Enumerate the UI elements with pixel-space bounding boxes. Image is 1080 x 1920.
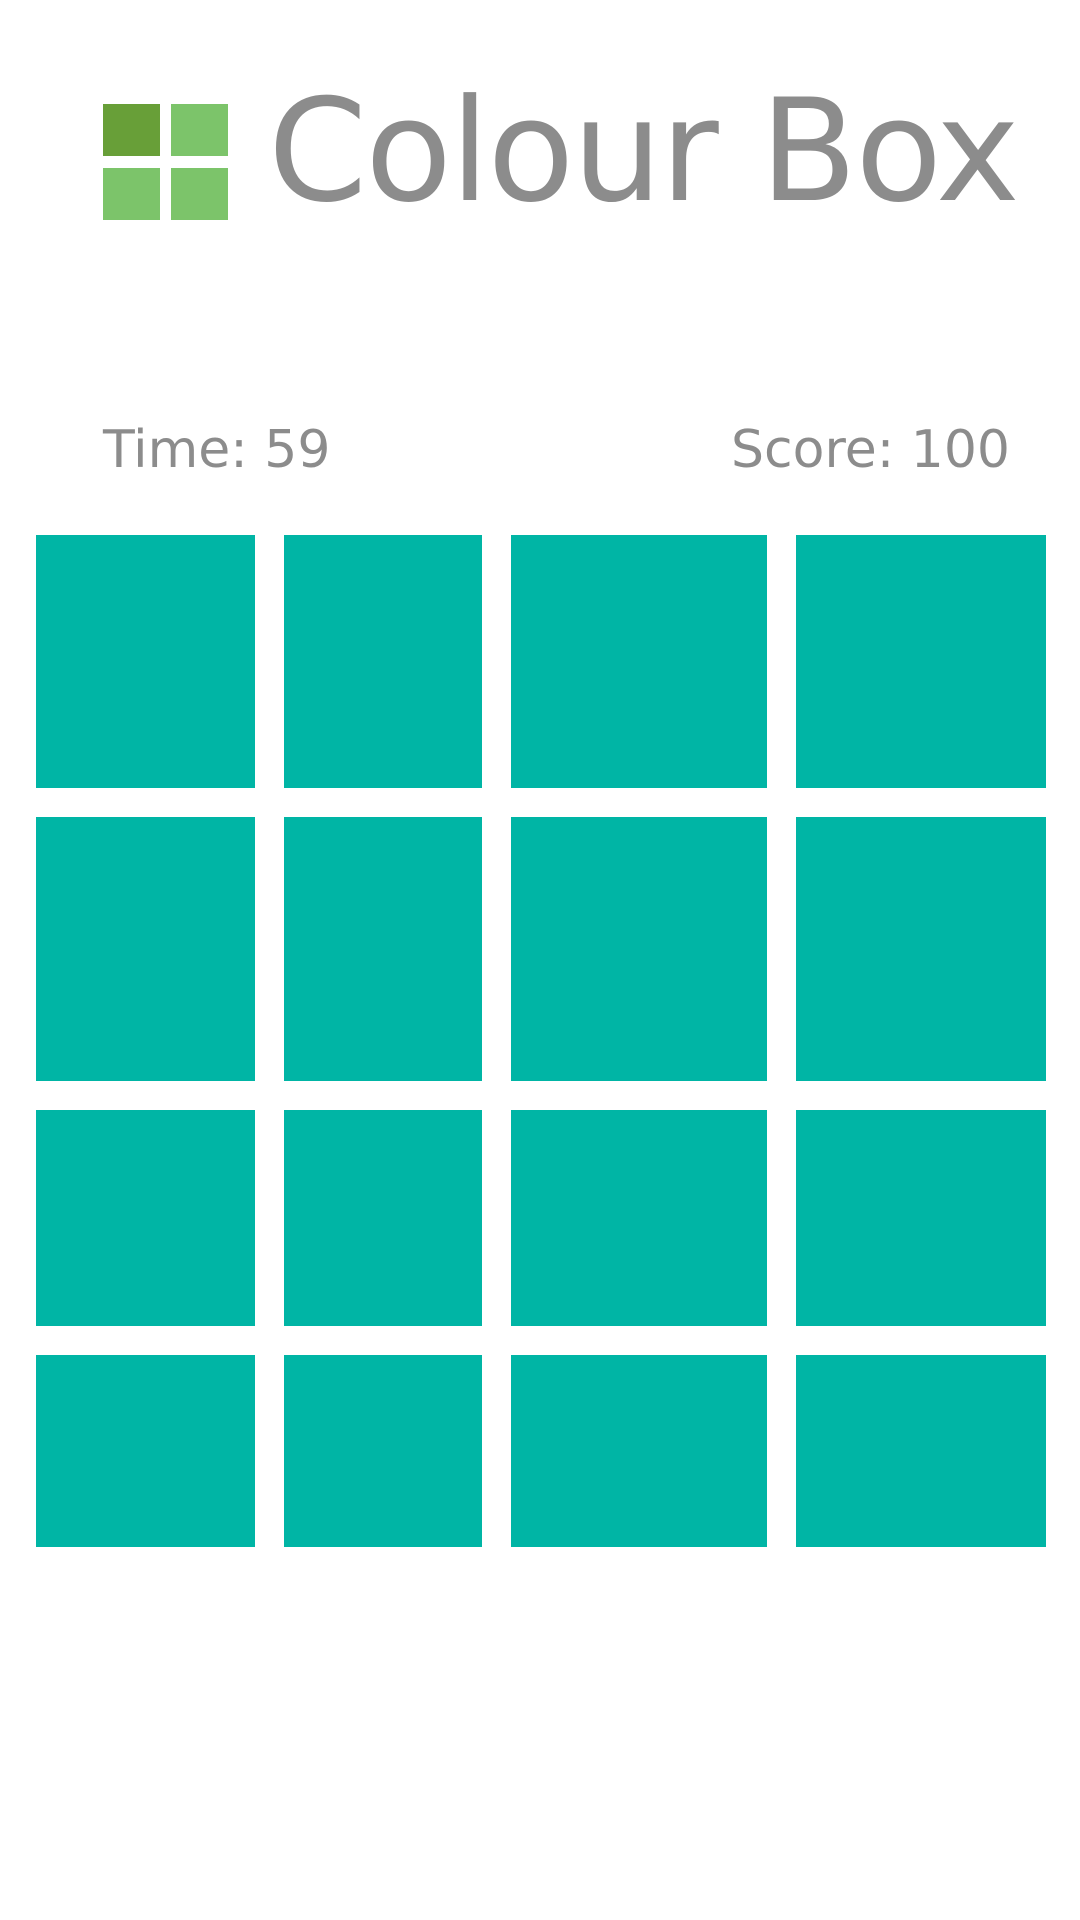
color-tile[interactable] <box>36 817 255 1081</box>
game-board <box>36 535 1047 1547</box>
color-tile[interactable] <box>284 1355 482 1547</box>
color-tile[interactable] <box>796 1355 1046 1547</box>
score-display: Score: 100 <box>731 420 1010 480</box>
time-display: Time: 59 <box>103 420 331 480</box>
app-title: Colour Box <box>268 69 1020 234</box>
logo-cell <box>171 103 228 156</box>
color-tile[interactable] <box>511 1110 767 1326</box>
color-tile[interactable] <box>511 535 767 788</box>
logo-cell <box>171 167 228 220</box>
color-tile[interactable] <box>796 1110 1046 1326</box>
color-tile[interactable] <box>36 1355 255 1547</box>
color-tile[interactable] <box>511 1355 767 1547</box>
color-tile[interactable] <box>796 817 1046 1081</box>
color-tile[interactable] <box>284 817 482 1081</box>
color-tile[interactable] <box>284 1110 482 1326</box>
color-tile[interactable] <box>796 535 1046 788</box>
logo-cell <box>103 103 160 156</box>
app-header: Colour Box <box>103 81 1020 226</box>
color-tile[interactable] <box>284 535 482 788</box>
color-tile[interactable] <box>511 817 767 1081</box>
logo-grid-icon <box>103 98 228 220</box>
logo-cell <box>103 167 160 220</box>
color-tile[interactable] <box>36 1110 255 1326</box>
color-tile[interactable] <box>36 535 255 788</box>
